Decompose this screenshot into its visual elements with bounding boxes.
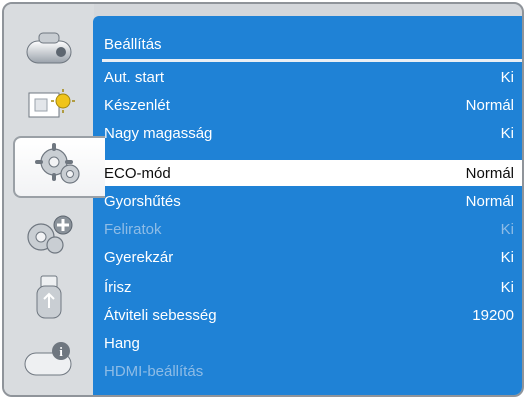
menu-row-label: ECO-mód [104, 164, 171, 182]
menu-row-label: Hang [104, 334, 140, 352]
osd-menu-window: i Beállítás Aut. start Ki Készenlét Norm… [2, 2, 524, 397]
menu-row-label: Aut. start [104, 68, 165, 86]
category-usb[interactable] [14, 274, 84, 324]
menu-row-standby[interactable]: Készenlét Normál [93, 92, 522, 118]
menu-row-child-lock[interactable]: Gyerekzár Ki [93, 244, 522, 270]
category-picture[interactable] [14, 82, 84, 132]
menu-row-iris[interactable]: Írisz Ki [93, 274, 522, 300]
advanced-gear-plus-icon [19, 213, 79, 262]
category-setup[interactable] [13, 136, 105, 198]
menu-row-label: Írisz [104, 278, 132, 296]
menu-row-label: Átviteli sebesség [104, 306, 217, 324]
projector-icon [19, 27, 79, 76]
picture-settings-icon [19, 83, 79, 132]
menu-row-value: Normál [465, 96, 514, 114]
menu-row-label: Gyerekzár [104, 248, 174, 266]
menu-row-hdmi-settings: HDMI-beállítás [93, 358, 522, 384]
panel-title: Beállítás [104, 36, 162, 53]
category-info[interactable]: i [14, 337, 84, 387]
menu-row-value: Normál [465, 192, 514, 210]
menu-row-value: 19200 [472, 306, 514, 324]
category-sidebar: i [4, 4, 105, 395]
settings-panel: Beállítás Aut. start Ki Készenlét Normál… [93, 16, 522, 395]
menu-row-audio[interactable]: Hang [93, 330, 522, 356]
menu-row-value: Normál [465, 164, 514, 182]
menu-row-label: Készenlét [104, 96, 170, 114]
svg-text:i: i [59, 344, 63, 359]
menu-row-value: Ki [500, 248, 514, 266]
category-advanced[interactable] [14, 212, 84, 262]
menu-row-value: Ki [500, 220, 514, 238]
menu-row-baud-rate[interactable]: Átviteli sebesség 19200 [93, 302, 522, 328]
menu-row-label: Gyorshűtés [104, 192, 181, 210]
menu-row-label: Nagy magasság [104, 124, 213, 142]
menu-row-value: Ki [500, 68, 514, 86]
menu-row-auto-start[interactable]: Aut. start Ki [93, 64, 522, 90]
menu-row-label: HDMI-beállítás [104, 362, 204, 380]
menu-row-value: Ki [500, 278, 514, 296]
menu-row-value: Ki [500, 124, 514, 142]
gear-settings-icon [30, 140, 90, 195]
category-display[interactable] [14, 26, 84, 76]
menu-row-captions: Feliratok Ki [93, 216, 522, 242]
menu-row-high-altitude[interactable]: Nagy magasság Ki [93, 120, 522, 146]
title-divider [102, 59, 522, 62]
menu-row-label: Feliratok [104, 220, 162, 238]
info-icon: i [19, 335, 79, 390]
usb-icon [19, 272, 79, 327]
menu-row-eco-mode[interactable]: ECO-mód Normál [93, 160, 522, 186]
menu-row-rapid-cooling[interactable]: Gyorshűtés Normál [93, 188, 522, 214]
